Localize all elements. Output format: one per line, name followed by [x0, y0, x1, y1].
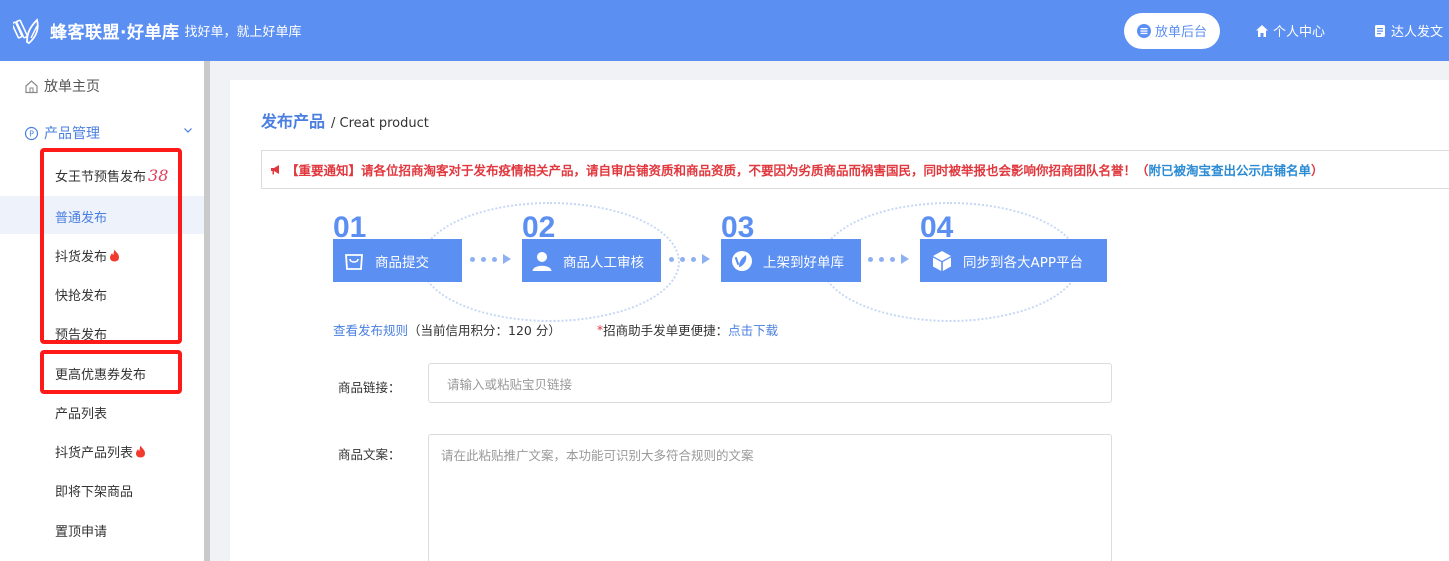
product-link-input[interactable]: 请输入或粘贴宝贝链接 — [428, 363, 1112, 403]
product-link-label: 商品链接： — [338, 380, 401, 395]
step-1-number: 01 — [333, 211, 367, 244]
p-circle-icon: P — [24, 126, 39, 141]
logo-icon — [731, 250, 753, 272]
step-4-label: 同步到各大APP平台 — [963, 254, 1084, 271]
important-notice: 【重要通知】请各位招商淘客对于发布疫情相关产品，请自审店铺资质和商品资质，不要因… — [261, 150, 1449, 189]
step-3-label: 上架到好单库 — [763, 254, 844, 271]
step-3-number: 03 — [721, 211, 755, 244]
notice-text: 【重要通知】请各位招商淘客对于发布疫情相关产品，请自审店铺资质和商品资质，不要因… — [286, 163, 1137, 178]
page-subtitle: / Creat product — [331, 116, 429, 131]
step-3: 03 上架到好单库 — [721, 213, 861, 282]
step-4: 04 同步到各大APP平台 — [920, 213, 1107, 282]
step-1-label: 商品提交 — [375, 254, 429, 271]
page-title-row: 发布产品 / Creat product — [261, 108, 429, 132]
nav-backend-label: 放单后台 — [1154, 25, 1207, 40]
sidebar-item-label: 即将下架商品 — [55, 485, 134, 500]
publish-rules-row: 查看发布规则 （当前信用积分：120 分） * 招商助手发单更便捷： 点击下载 — [333, 320, 778, 339]
sidebar-item-home[interactable]: 放单主页 — [24, 76, 100, 96]
megaphone-icon — [270, 163, 283, 176]
nav-creator-post[interactable]: 达人发文 — [1373, 21, 1443, 40]
top-nav: 放单后台 个人中心 达人发文 — [1123, 0, 1449, 61]
home-icon — [1255, 24, 1269, 38]
step-2: 02 商品人工审核 — [522, 213, 661, 282]
product-copy-placeholder: 请在此粘贴推广文案，本功能可识别大多符合规则的文案 — [441, 448, 754, 463]
notice-shop-list-link[interactable]: 附已被淘宝查出公示店铺名单 — [1149, 160, 1312, 179]
user-icon — [531, 250, 553, 272]
chevron-down-icon[interactable] — [183, 125, 193, 135]
step-4-number: 04 — [920, 211, 954, 244]
product-copy-textarea[interactable]: 请在此粘贴推广文案，本功能可识别大多符合规则的文案 — [428, 434, 1112, 561]
helper-text: 招商助手发单更便捷： — [603, 323, 729, 338]
sidebar-item-douhuo-product-list[interactable]: 抖货产品列表 — [55, 442, 146, 461]
notice-paren-open: （ — [1136, 163, 1149, 178]
main-content: 发布产品 / Creat product 【重要通知】请各位招商淘客对于发布疫情… — [230, 80, 1449, 561]
nav-personal-label: 个人中心 — [1272, 25, 1325, 40]
svg-text:P: P — [29, 129, 34, 138]
document-icon — [1373, 24, 1387, 38]
credit-score: （当前信用积分：120 分） — [408, 323, 561, 338]
top-header: 蜂客联盟·好单库 找好单，就上好单库 放单后台 个人中心 达人发文 — [0, 0, 1449, 61]
sidebar-item-home-label: 放单主页 — [44, 79, 100, 95]
step-connector — [669, 254, 710, 264]
sidebar-item-product-list[interactable]: 产品列表 — [55, 403, 107, 422]
red-highlight-box — [40, 148, 182, 344]
step-1: 01 商品提交 — [333, 213, 462, 282]
view-rules-link[interactable]: 查看发布规则 — [333, 320, 408, 339]
step-connector — [470, 254, 511, 264]
sidebar-item-label: 抖货产品列表 — [55, 446, 134, 461]
page-title: 发布产品 — [261, 112, 326, 131]
brand-logo[interactable]: 蜂客联盟·好单库 找好单，就上好单库 — [12, 14, 301, 48]
sidebar-item-expiring-products[interactable]: 即将下架商品 — [55, 481, 133, 500]
sidebar-item-label: 产品列表 — [55, 407, 108, 422]
sidebar-scrollbar[interactable] — [204, 61, 210, 561]
shopping-bag-icon — [343, 250, 365, 272]
step-2-number: 02 — [522, 211, 556, 244]
brand-name: 蜂客联盟·好单库 — [50, 23, 180, 43]
product-copy-label: 商品文案： — [338, 447, 401, 462]
step-connector — [868, 254, 909, 264]
sidebar-item-product-management[interactable]: P 产品管理 — [24, 123, 100, 143]
list-circle-icon — [1136, 23, 1151, 38]
sidebar-item-product-management-label: 产品管理 — [44, 126, 100, 142]
fire-icon — [135, 445, 146, 458]
red-highlight-box — [40, 350, 182, 394]
sidebar-item-top-apply[interactable]: 置顶申请 — [55, 521, 107, 540]
brand-slogan: 找好单，就上好单库 — [184, 25, 302, 40]
nav-creator-label: 达人发文 — [1390, 25, 1443, 40]
notice-paren-close: ） — [1311, 163, 1324, 178]
nav-backend-button[interactable]: 放单后台 — [1123, 12, 1220, 49]
nav-personal-center[interactable]: 个人中心 — [1255, 21, 1325, 40]
product-link-placeholder: 请输入或粘贴宝贝链接 — [447, 376, 573, 392]
sidebar-item-label: 置顶申请 — [55, 525, 108, 540]
sidebar: 放单主页 P 产品管理 女王节预售发布 38 普通发布 抖货发布 快抢发布 预告… — [0, 61, 204, 561]
cube-icon — [931, 250, 953, 272]
step-2-label: 商品人工审核 — [563, 254, 644, 271]
logo-icon — [12, 14, 46, 48]
home-outline-icon — [24, 79, 39, 94]
download-link[interactable]: 点击下载 — [728, 320, 778, 339]
